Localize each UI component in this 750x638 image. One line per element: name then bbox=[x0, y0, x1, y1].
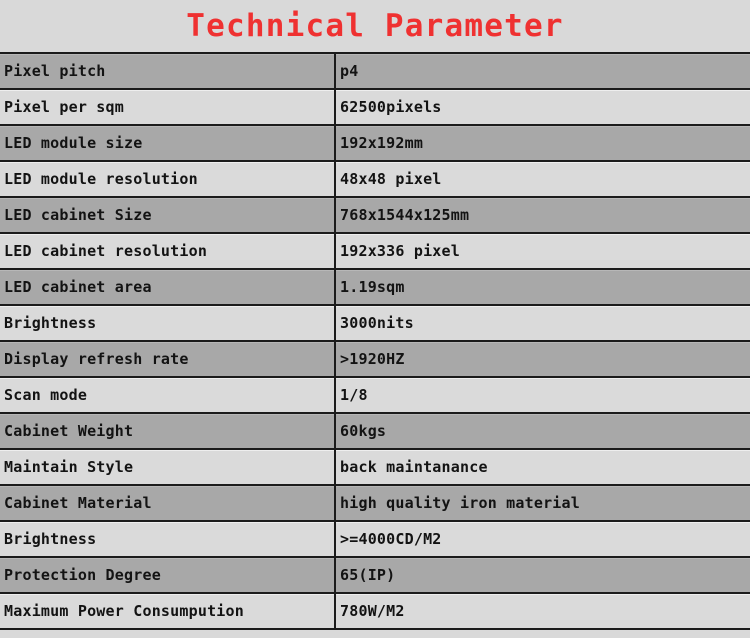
table-row: LED module resolution 48x48 pixel bbox=[0, 161, 750, 198]
parameter-value-cell: >1920HZ bbox=[335, 341, 750, 378]
parameter-name-cell: Pixel per sqm bbox=[0, 89, 336, 126]
parameter-value-cell: 780W/M2 bbox=[335, 593, 750, 630]
parameter-name-cell: Maintain Style bbox=[0, 449, 336, 486]
parameter-name-cell: Scan mode bbox=[0, 377, 336, 414]
parameter-value-cell: >=4000CD/M2 bbox=[335, 521, 750, 558]
technical-parameter-page: Technical Parameter Pixel pitch p4 Pixel p… bbox=[0, 0, 750, 638]
table-row: Display refresh rate >1920HZ bbox=[0, 341, 750, 378]
table-row: LED cabinet Size 768x1544x125mm bbox=[0, 197, 750, 234]
parameter-name-cell: LED module resolution bbox=[0, 161, 336, 198]
parameter-name-cell: LED cabinet resolution bbox=[0, 233, 336, 270]
parameter-value-cell: 60kgs bbox=[335, 413, 750, 450]
parameter-name-cell: Brightness bbox=[0, 305, 336, 342]
parameter-name-cell: Cabinet Weight bbox=[0, 413, 336, 450]
parameter-name-cell: Protection Degree bbox=[0, 557, 336, 594]
parameter-value-cell: 768x1544x125mm bbox=[335, 197, 750, 234]
table-row: Scan mode 1/8 bbox=[0, 377, 750, 414]
parameter-name-cell: Brightness bbox=[0, 521, 336, 558]
table-row: Brightness 3000nits bbox=[0, 305, 750, 342]
parameter-name-cell: Cabinet Material bbox=[0, 485, 336, 522]
table-row: Cabinet Weight 60kgs bbox=[0, 413, 750, 450]
parameter-name-cell: LED cabinet area bbox=[0, 269, 336, 306]
table-row: Maximum Power Consumpution 780W/M2 bbox=[0, 593, 750, 630]
table-body: Pixel pitch p4 Pixel per sqm 62500pixels LED… bbox=[0, 53, 750, 630]
table-row: Pixel pitch p4 bbox=[0, 53, 750, 90]
table-row: Brightness >=4000CD/M2 bbox=[0, 521, 750, 558]
page-title: Technical Parameter bbox=[186, 7, 564, 44]
table-row: LED cabinet area 1.19sqm bbox=[0, 269, 750, 306]
table-row: Cabinet Material high quality iron materi… bbox=[0, 485, 750, 522]
parameter-value-cell: high quality iron material bbox=[335, 485, 750, 522]
parameter-value-cell: 65(IP) bbox=[335, 557, 750, 594]
parameter-value-cell: 3000nits bbox=[335, 305, 750, 342]
table-row: Protection Degree 65(IP) bbox=[0, 557, 750, 594]
table-row: Maintain Style back maintanance bbox=[0, 449, 750, 486]
parameter-value-cell: 192x192mm bbox=[335, 125, 750, 162]
parameter-name-cell: Pixel pitch bbox=[0, 53, 336, 90]
parameter-name-cell: LED cabinet Size bbox=[0, 197, 336, 234]
parameter-name-cell: Maximum Power Consumpution bbox=[0, 593, 336, 630]
table-row: Pixel per sqm 62500pixels bbox=[0, 89, 750, 126]
table-row: LED cabinet resolution 192x336 pixel bbox=[0, 233, 750, 270]
title-bar: Technical Parameter bbox=[0, 0, 750, 52]
parameter-value-cell: 48x48 pixel bbox=[335, 161, 750, 198]
parameter-value-cell: p4 bbox=[335, 53, 750, 90]
parameter-value-cell: 62500pixels bbox=[335, 89, 750, 126]
parameter-value-cell: 1.19sqm bbox=[335, 269, 750, 306]
parameter-value-cell: back maintanance bbox=[335, 449, 750, 486]
parameter-value-cell: 1/8 bbox=[335, 377, 750, 414]
parameter-name-cell: Display refresh rate bbox=[0, 341, 336, 378]
table-row: LED module size 192x192mm bbox=[0, 125, 750, 162]
technical-parameter-table: Pixel pitch p4 Pixel per sqm 62500pixels LED… bbox=[0, 52, 750, 630]
parameter-value-cell: 192x336 pixel bbox=[335, 233, 750, 270]
parameter-name-cell: LED module size bbox=[0, 125, 336, 162]
